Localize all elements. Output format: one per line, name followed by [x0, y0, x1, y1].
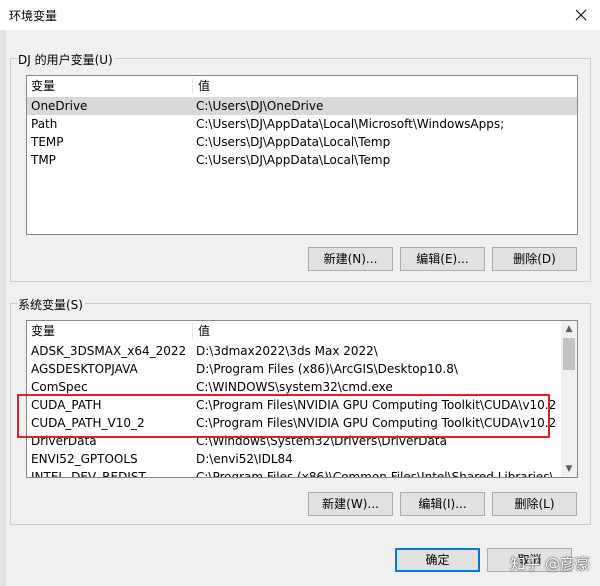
column-header-value[interactable]: 值: [198, 321, 210, 341]
variable-value: C:\Users\DJ\AppData\Local\Temp: [196, 135, 391, 149]
column-header-variable[interactable]: 变量: [31, 76, 55, 96]
close-icon: [575, 9, 587, 21]
variable-value: D:\3dmax2022\3ds Max 2022\: [196, 344, 378, 358]
system-variables-label: 系统变量(S): [18, 296, 85, 313]
ok-button[interactable]: 确定: [395, 548, 480, 572]
variable-name: Path: [31, 117, 58, 131]
highlight-annotation: [17, 394, 550, 438]
list-header: 变量 值: [27, 321, 561, 341]
variable-value: D:\Program Files (x86)\ArcGIS\Desktop10.…: [196, 362, 458, 376]
system-new-button[interactable]: 新建(W)...: [308, 492, 393, 516]
list-item[interactable]: TEMP C:\Users\DJ\AppData\Local\Temp: [27, 133, 577, 151]
user-new-button[interactable]: 新建(N)...: [308, 247, 393, 271]
variable-name: INTEL_DEV_REDIST: [31, 470, 146, 478]
list-item[interactable]: OneDrive C:\Users\DJ\OneDrive: [27, 97, 577, 115]
column-divider[interactable]: [192, 323, 193, 339]
list-item[interactable]: TMP C:\Users\DJ\AppData\Local\Temp: [27, 151, 577, 169]
watermark: 知乎 @彦豪: [510, 555, 590, 573]
list-item[interactable]: AGSDESKTOPJAVA D:\Program Files (x86)\Ar…: [27, 360, 561, 378]
user-delete-button[interactable]: 删除(D): [492, 247, 577, 271]
variable-value: C:\Users\DJ\OneDrive: [196, 99, 324, 113]
chevron-down-icon[interactable]: ▼: [561, 461, 577, 477]
variable-value: D:\envi52\IDL84: [196, 452, 293, 466]
scrollbar-thumb[interactable]: [563, 338, 575, 370]
variable-name: ADSK_3DSMAX_x64_2022: [31, 344, 187, 358]
close-button[interactable]: [570, 4, 592, 26]
variable-name: TEMP: [31, 135, 64, 149]
column-header-value[interactable]: 值: [198, 76, 210, 96]
system-edit-button[interactable]: 编辑(I)...: [400, 492, 485, 516]
list-item[interactable]: ADSK_3DSMAX_x64_2022 D:\3dmax2022\3ds Ma…: [27, 342, 561, 360]
user-variables-list[interactable]: 变量 值 OneDrive C:\Users\DJ\OneDrive Path …: [26, 75, 578, 235]
user-variables-label: DJ 的用户变量(U): [18, 51, 115, 68]
system-delete-button[interactable]: 删除(L): [492, 492, 577, 516]
variable-name: OneDrive: [31, 99, 88, 113]
window-edge: [0, 30, 6, 586]
list-header: 变量 值: [27, 76, 577, 96]
variable-name: AGSDESKTOPJAVA: [31, 362, 138, 376]
chevron-up-icon[interactable]: ▲: [561, 321, 577, 337]
list-item[interactable]: ENVI52_GPTOOLS D:\envi52\IDL84: [27, 450, 561, 468]
column-divider[interactable]: [192, 78, 193, 94]
variable-name: ENVI52_GPTOOLS: [31, 452, 138, 466]
variable-name: TMP: [31, 153, 56, 167]
variable-value: C:\Users\DJ\AppData\Local\Temp: [196, 153, 391, 167]
vertical-scrollbar[interactable]: ▲ ▼: [561, 321, 577, 477]
environment-variables-dialog: 环境变量 DJ 的用户变量(U) 变量 值 OneDrive C:\Users\…: [0, 0, 600, 586]
window-title: 环境变量: [9, 9, 58, 23]
column-header-variable[interactable]: 变量: [31, 321, 55, 341]
user-edit-button[interactable]: 编辑(E)...: [400, 247, 485, 271]
title-bar: 环境变量: [0, 0, 600, 30]
variable-value: C:\Users\DJ\AppData\Local\Microsoft\Wind…: [196, 117, 505, 131]
variable-value: C:\Program Files (x86)\Common Files\Inte…: [196, 470, 554, 478]
list-item[interactable]: Path C:\Users\DJ\AppData\Local\Microsoft…: [27, 115, 577, 133]
list-item[interactable]: INTEL_DEV_REDIST C:\Program Files (x86)\…: [27, 468, 561, 478]
